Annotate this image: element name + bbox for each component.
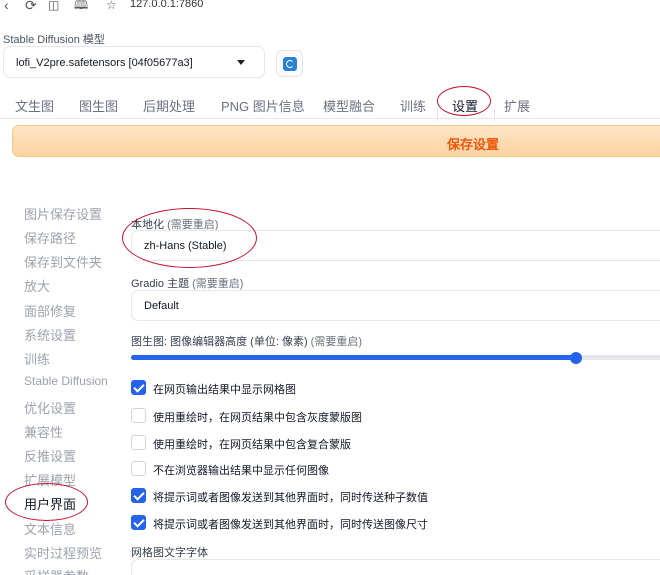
checkbox-label: 不在浏览器输出结果中显示任何图像 (153, 465, 329, 477)
localization-select[interactable]: zh-Hans (Stable) (131, 230, 660, 261)
save-settings-label: 保存设置 (447, 137, 500, 152)
grid-font-input[interactable] (131, 559, 660, 575)
slider-fill (131, 355, 574, 360)
gradio-theme-select[interactable]: Default (131, 290, 660, 321)
grid-font-label: 网格图文字字体 (131, 547, 208, 559)
browser-toolbar: ‹ ⟳ ◫ 🕮 ☆ 127.0.0.1:7860 (0, 0, 660, 14)
tab-img2img[interactable]: 图生图 (79, 96, 118, 115)
tab-extensions[interactable]: 扩展 (504, 96, 530, 115)
checkbox-label: 使用重绘时，在网页结果中包含复合蒙版 (153, 439, 351, 451)
localization-value: zh-Hans (Stable) (144, 240, 227, 252)
gradio-theme-value: Default (144, 300, 179, 312)
reader-icon[interactable]: ◫ (48, 0, 59, 13)
chevron-down-icon (237, 60, 245, 65)
url-text[interactable]: 127.0.0.1:7860 (130, 0, 203, 10)
sidebar-item[interactable]: 训练 (24, 349, 50, 368)
refresh-icon (282, 56, 297, 71)
model-select[interactable]: lofi_V2pre.safetensors [04f05677a3] (3, 46, 265, 78)
checkbox-label: 将提示词或者图像发送到其他界面时，同时传送图像尺寸 (153, 519, 428, 531)
tab-train[interactable]: 训练 (400, 96, 426, 115)
tab-extras[interactable]: 后期处理 (143, 96, 195, 115)
checkbox[interactable] (131, 380, 146, 395)
sidebar-item[interactable]: 反推设置 (24, 446, 76, 465)
sidebar-item[interactable]: 文本信息 (24, 519, 76, 538)
tab-png-info[interactable]: PNG 图片信息 (221, 96, 305, 115)
book-icon[interactable]: 🕮 (74, 0, 88, 13)
refresh-button[interactable] (276, 50, 303, 77)
tab-divider (0, 118, 660, 119)
checkbox[interactable] (131, 461, 146, 476)
model-label: Stable Diffusion 模型 (3, 34, 105, 46)
sidebar-item[interactable]: 面部修复 (24, 301, 76, 320)
sidebar-item[interactable]: 保存到文件夹 (24, 252, 102, 271)
sidebar-item[interactable]: 扩展模型 (24, 470, 76, 489)
sidebar-item[interactable]: 兼容性 (24, 422, 63, 441)
forward-icon[interactable]: ⟳ (25, 0, 37, 13)
checkbox[interactable] (131, 488, 146, 503)
model-value: lofi_V2pre.safetensors [04f05677a3] (16, 57, 193, 69)
sidebar-item[interactable]: 图片保存设置 (24, 204, 102, 223)
checkbox[interactable] (131, 408, 146, 423)
back-icon[interactable]: ‹ (4, 0, 9, 13)
img2img-height-label: 图生图: 图像编辑器高度 (单位: 像素) (需要重启) (131, 333, 362, 349)
sidebar-item[interactable]: 优化设置 (24, 398, 76, 417)
save-settings-button[interactable]: 保存设置 (12, 125, 660, 157)
tab-txt2img[interactable]: 文生图 (15, 96, 54, 115)
tab-settings[interactable]: 设置 (452, 96, 478, 115)
checkbox[interactable] (131, 435, 146, 450)
tab-merge[interactable]: 模型融合 (323, 96, 375, 115)
checkbox[interactable] (131, 515, 146, 530)
restart-note: (需要重启) (310, 336, 362, 348)
gradio-theme-title: Gradio 主题 (131, 278, 190, 290)
sidebar-item[interactable]: 实时过程预览 (24, 543, 102, 562)
slider-thumb[interactable] (570, 352, 582, 364)
star-icon[interactable]: ☆ (106, 0, 117, 13)
sidebar-item[interactable]: 采样器参数 (24, 566, 89, 575)
restart-note: (需要重启) (192, 278, 244, 290)
tab-bar: 文生图 图生图 后期处理 PNG 图片信息 模型融合 训练 设置 扩展 (0, 92, 660, 118)
img2img-height-title: 图生图: 图像编辑器高度 (单位: 像素) (131, 336, 308, 348)
checkbox-label: 使用重绘时，在网页结果中包含灰度蒙版图 (153, 412, 362, 424)
sidebar-item[interactable]: 系统设置 (24, 325, 76, 344)
sidebar-item[interactable]: 放大 (24, 276, 50, 295)
gradio-theme-label: Gradio 主题 (需要重启) (131, 275, 243, 291)
sidebar-item[interactable]: Stable Diffusion (24, 374, 108, 388)
checkbox-label: 在网页输出结果中显示网格图 (153, 384, 296, 396)
sidebar-item[interactable]: 保存路径 (24, 228, 76, 247)
checkbox-label: 将提示词或者图像发送到其他界面时，同时传送种子数值 (153, 492, 428, 504)
sidebar-item-user-interface[interactable]: 用户界面 (24, 494, 76, 513)
